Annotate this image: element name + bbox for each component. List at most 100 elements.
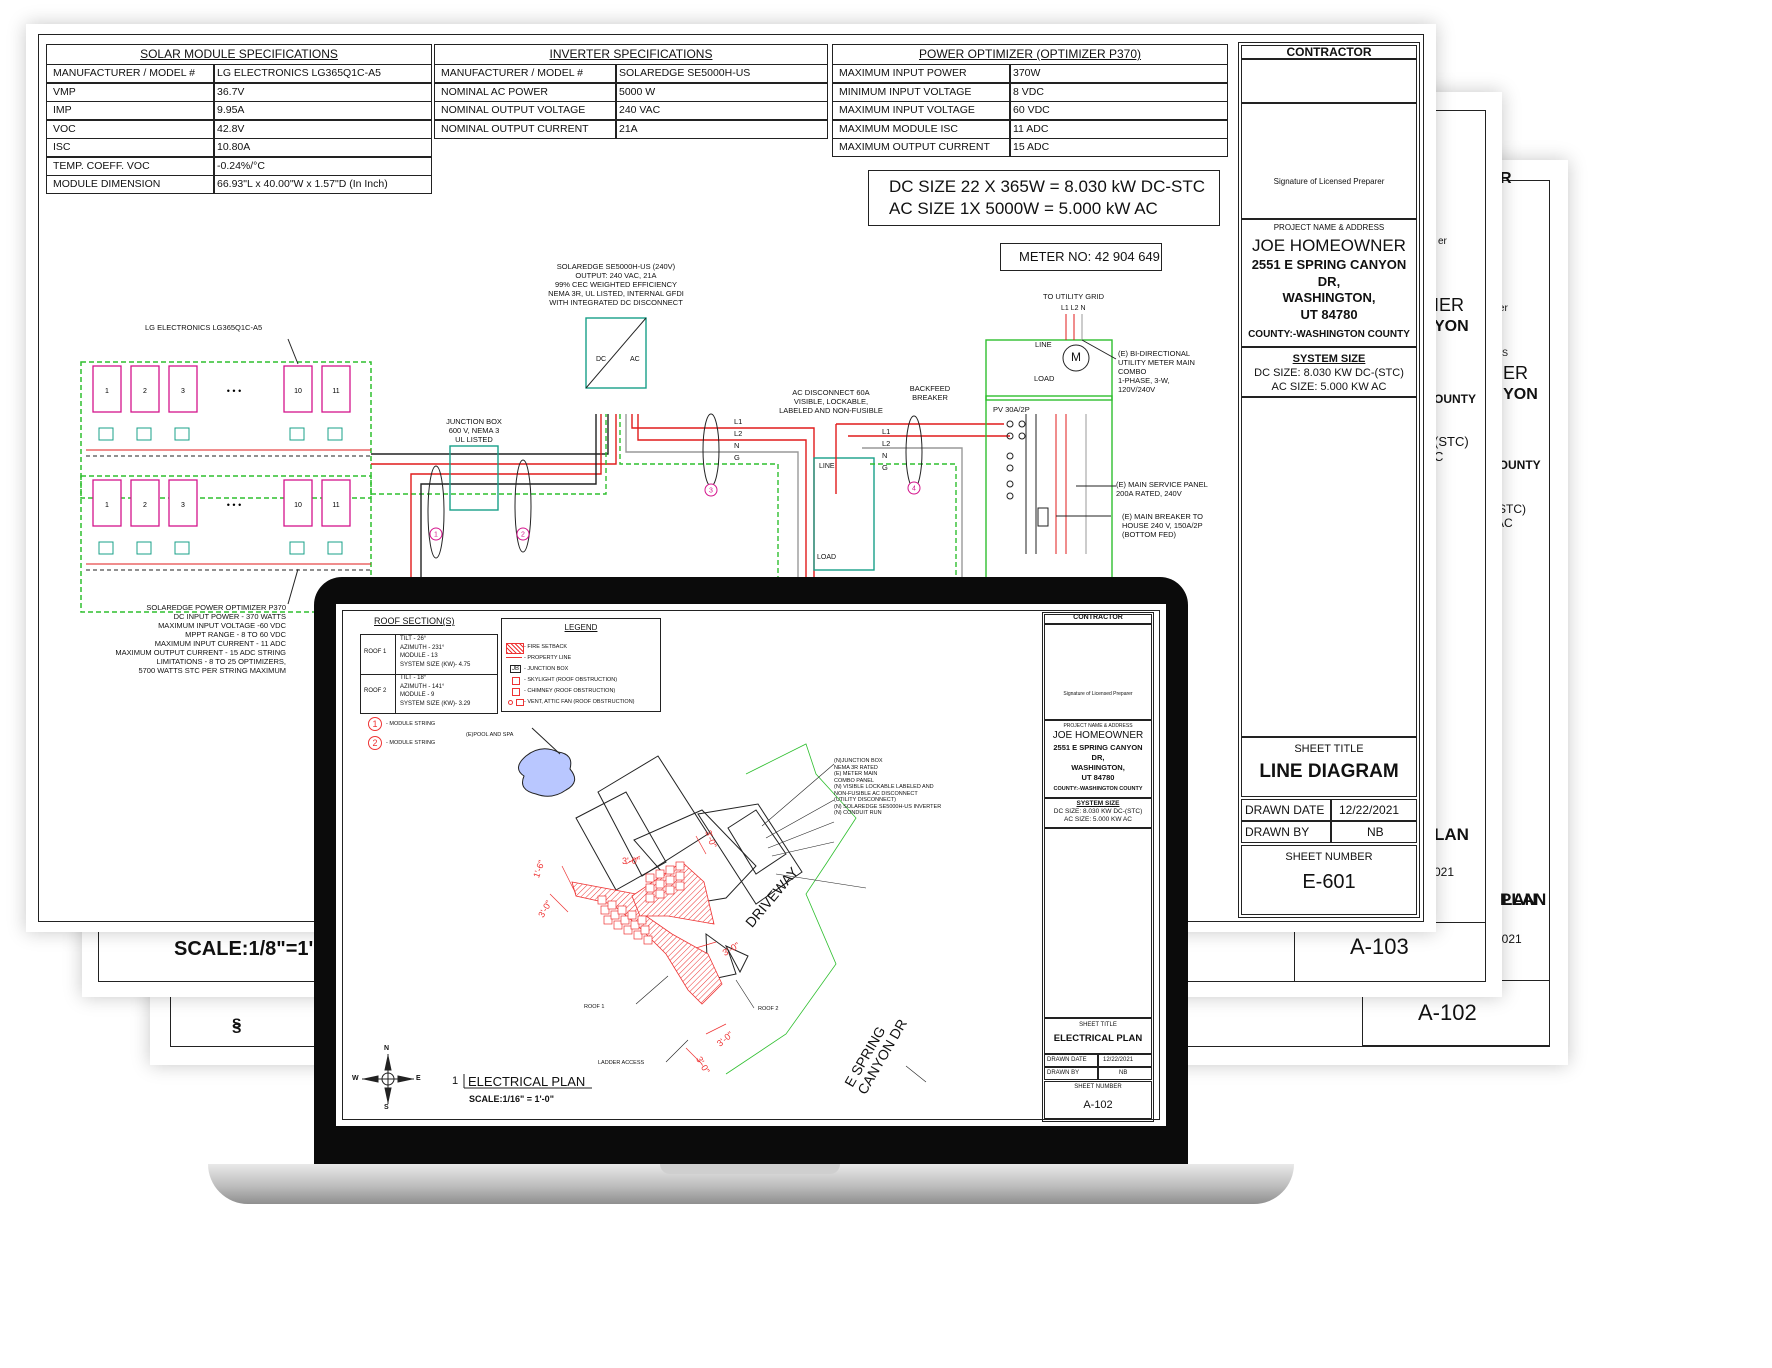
main-panel-note: (E) MAIN SERVICE PANEL 200A RATED, 240V [1116,480,1208,498]
compass-e: E [416,1075,421,1082]
back-sheet-number: A-102 [1418,1000,1477,1025]
pv-breaker-label: PV 30A/2P [993,405,1030,414]
text-line: (N) CONDUIT RUN [834,810,882,816]
sheet-title-label: SHEET TITLE [1294,743,1364,755]
back-scale-label: SCALE:1/8"=1'- [174,938,320,960]
text-line: G [734,453,740,462]
main-breaker-note: (E) MAIN BREAKER TO HOUSE 240 V, 150A/2P(… [1122,512,1203,539]
roof-1-module [640,925,650,935]
roof-1-label: ROOF 1 [584,1004,605,1010]
wire-tags-inverter: L1 L2 N G [734,416,742,464]
text-line: SOLAREDGE SE5000H-US (240V) [556,262,676,271]
sheet-number: E-601 [1302,871,1356,893]
drawn-by-label: DRAWN BY [1245,825,1310,839]
text-line: MAXIMUM OUTPUT CURRENT - 15 ADC STRING [115,648,286,657]
text-line: LABELED AND NON-FUSIBLE [779,406,883,415]
dimension-label: 3'-0" [622,856,640,866]
wire-tag-number: 3 [709,488,713,495]
roof-1-module [637,915,647,925]
module-model-label: LG ELECTRONICS LG365Q1C-A5 [145,323,263,332]
ac-disconnect-note: AC DISCONNECT 60A VISIBLE, LOCKABLE, LABEL… [766,388,896,415]
roof-2-module [675,861,685,871]
text-line: 2551 E SPRING CANYON [1053,743,1143,752]
roof-2-module [665,865,675,875]
text-line: N [734,441,740,450]
back-sheet-number: A-103 [1350,934,1409,959]
text-line: L2 [734,429,743,438]
tb-ac-size: AC SIZE: 5.000 KW AC [1271,381,1387,393]
back-fragment: er [1438,236,1447,247]
text-line: 120V/240V [1118,385,1156,394]
text-line: DR, [1091,753,1105,762]
roof-2-module [655,879,665,889]
back-fragment: PLAN [1500,890,1547,909]
roof-2-module [645,883,655,893]
optimizer [289,427,305,441]
ac-label: AC [630,356,640,363]
lt-signature: Signature of Licensed Preparer [1063,691,1133,697]
project-address: 2551 E SPRING CANYON DR, WASHINGTON, UT 847… [1239,257,1419,323]
module-number: 11 [332,502,339,509]
system-size-label: SYSTEM SIZE [1292,353,1366,365]
roof-2-module [645,893,655,903]
text-line: BACKFEED [909,384,951,393]
dc-label: DC [596,356,607,363]
lt-ac-size: AC SIZE: 5.000 KW AC [1064,816,1132,823]
text-line: 200A RATED, 240V [1116,489,1182,498]
text-line: 600 V, NEMA 3 [448,426,500,435]
text-line: WITH INTEGRATED DC DISCONNECT [549,298,683,307]
module-number: 1 [105,502,109,509]
text-line: 99% CEC WEIGHTED EFFICIENCY [554,280,678,289]
module-number: 3 [181,502,185,509]
text-line: L2 [882,439,891,448]
lt-drawn-by: NB [1119,1070,1128,1076]
text-line: 2551 E SPRING CANYON [1251,257,1407,272]
text-line: AC DISCONNECT 60A [792,388,870,397]
lt-sheet-number-label: SHEET NUMBER [1074,1084,1122,1090]
module-number: 10 [294,388,302,395]
back-fragment: YON [1434,318,1469,335]
back-fragment: (STC) [1434,434,1469,449]
laptop-title-block: CONTRACTOR Signature of Licensed Prepare… [1042,612,1154,1122]
module-ellipsis: • • • [227,500,241,510]
optimizer [174,427,190,441]
text-line: DR, [1317,273,1341,289]
optimizer [174,541,190,555]
optimizer [98,541,114,555]
lt-drawn-date: 12/22/2021 [1103,1057,1134,1063]
module-number: 3 [181,388,185,395]
meter-load-label: LOAD [1034,374,1055,383]
lt-contractor: CONTRACTOR [1073,614,1123,621]
optimizer [98,427,114,441]
sheet-title: LINE DIAGRAM [1259,761,1399,782]
sheet-number-label: SHEET NUMBER [1285,851,1373,863]
optimizer [289,541,305,555]
contractor-label: CONTRACTOR [1286,45,1372,59]
back-fragment: LAN [1434,825,1469,844]
drawn-date-label: DRAWN DATE [1245,803,1325,817]
text-line: (E) MAIN SERVICE PANEL [1116,480,1208,489]
text-line: WASHINGTON, [1282,290,1376,305]
utility-grid-label: TO UTILITY GRID [1043,292,1104,301]
line-label: LINE [819,463,835,470]
roof-2-module [665,885,675,895]
county-label: COUNTY:-WASHINGTON COUNTY [1248,329,1410,340]
text-line: (E) BI-DIRECTIONAL [1118,349,1191,358]
optimizer [136,541,152,555]
text-line: UT 84780 [1081,773,1115,782]
lt-system-size: SYSTEM SIZE [1076,800,1120,807]
site-plan-drawing [362,727,927,1104]
pool-label: (E)POOL AND SPA [466,732,514,738]
title-block: CONTRACTOR Signature of Licensed Prepare… [1238,42,1420,918]
lt-drawn-by-label: DRAWN BY [1047,1070,1080,1076]
roof-1-module [607,900,617,910]
text-line: (N) VISIBLE LOCKABLE LABELED AND [834,784,934,790]
text-line: G [882,463,888,472]
module-number: 11 [332,388,339,395]
compass-s: S [384,1104,389,1111]
laptop-screen: ROOF SECTION(S) ROOF 1 TILT - 26° AZIMUTH … [336,604,1166,1126]
compass-n: N [384,1045,390,1052]
text-line: BREAKER [912,393,948,402]
module-ellipsis: • • • [227,386,241,396]
signature-label: Signature of Licensed Preparer [1273,177,1385,186]
